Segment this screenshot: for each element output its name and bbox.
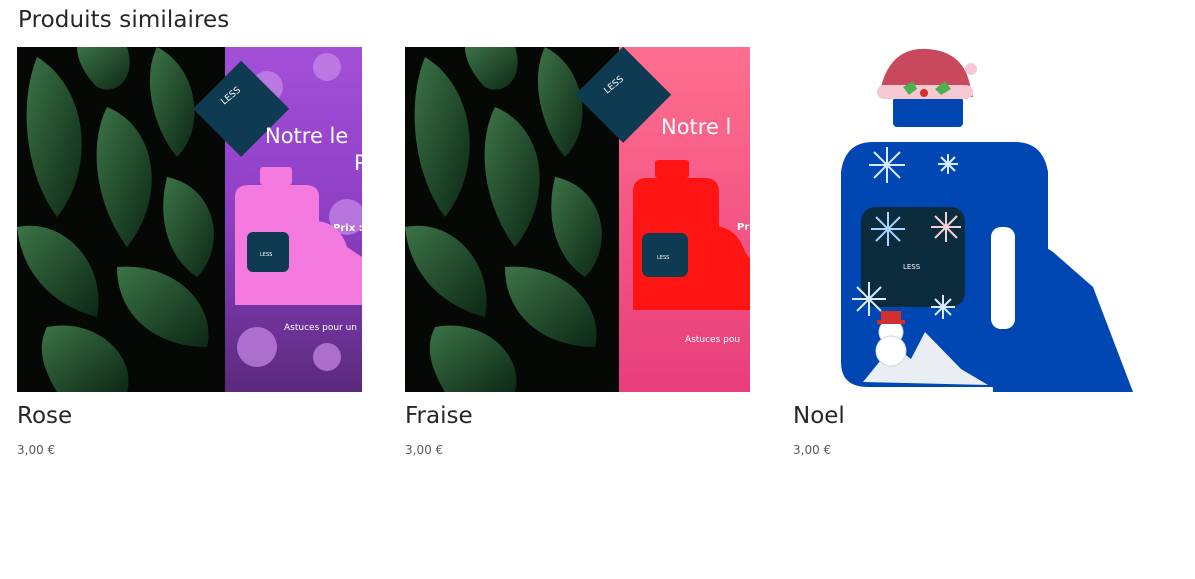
product-name[interactable]: Noel xyxy=(793,403,1138,430)
image-headline-2: P xyxy=(354,151,362,175)
product-card-noel[interactable]: LESS Noel 3,00 € xyxy=(793,47,1138,457)
bottle-label: LESS xyxy=(657,255,669,261)
bottle-label: LESS xyxy=(260,252,272,258)
product-card-fraise[interactable]: LESS Notre l Pri LESS Astuces pou Fraise… xyxy=(405,47,750,457)
image-tagline: Astuces pour un xyxy=(284,323,357,333)
image-price-hint: Pri xyxy=(737,222,750,233)
product-name[interactable]: Rose xyxy=(17,403,362,430)
image-headline: Notre l xyxy=(661,115,731,139)
product-image[interactable]: LESS xyxy=(793,47,1138,392)
product-image[interactable]: LESS Notre l Pri LESS Astuces pou xyxy=(405,47,750,392)
product-price: 3,00 € xyxy=(793,443,832,457)
section-title: Produits similaires xyxy=(18,7,230,33)
image-tagline: Astuces pou xyxy=(685,335,740,345)
product-name[interactable]: Fraise xyxy=(405,403,750,430)
bottle-label: LESS xyxy=(903,263,921,271)
image-headline: Notre le xyxy=(265,124,348,148)
product-price: 3,00 € xyxy=(17,443,56,457)
product-card-rose[interactable]: LESS Notre le P Prix : LESS Astuces pour… xyxy=(17,47,362,457)
product-image[interactable]: LESS Notre le P Prix : LESS Astuces pour… xyxy=(17,47,362,392)
product-price: 3,00 € xyxy=(405,443,444,457)
